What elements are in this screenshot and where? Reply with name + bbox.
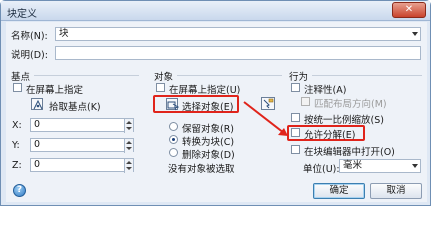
open-in-editor-checkbox[interactable] [291, 145, 300, 154]
match-orientation-checkbox[interactable] [301, 97, 310, 106]
annotative-checkbox[interactable] [291, 83, 300, 92]
window-title: 块定义 [7, 9, 37, 20]
retain-objects-radio[interactable] [169, 122, 178, 131]
z-input[interactable]: 0 [30, 158, 134, 173]
x-value: 0 [34, 119, 41, 130]
allow-explode-label: 允许分解(E) [304, 130, 356, 141]
delete-objects-label: 删除对象(D) [182, 150, 235, 161]
base-point-specify-label: 在屏幕上指定 [26, 85, 84, 96]
annotation-arrow-icon [243, 101, 288, 136]
dialog-body: 名称(N): 块 说明(D): 基点 在屏幕上指定 拾取基点(K) X: 0 Y… [6, 22, 427, 202]
base-point-title: 基点 [11, 72, 31, 83]
section-divider [312, 75, 422, 76]
section-divider [34, 75, 139, 76]
retain-objects-label: 保留对象(R) [182, 124, 235, 135]
ok-button[interactable]: 确定 [313, 183, 365, 199]
annotative-label: 注释性(A) [304, 85, 347, 96]
x-label: X: [12, 120, 22, 131]
description-input[interactable] [55, 46, 421, 60]
z-value: 0 [34, 159, 41, 170]
x-spinner[interactable] [124, 119, 133, 133]
z-spinner[interactable] [124, 159, 133, 173]
cancel-button[interactable]: 取消 [370, 183, 422, 199]
behavior-title: 行为 [289, 72, 309, 83]
title-bar[interactable]: 块定义 ✕ [1, 1, 430, 21]
pick-point-icon[interactable] [31, 98, 43, 110]
allow-explode-checkbox[interactable] [291, 128, 300, 137]
objects-specify-checkbox[interactable] [156, 83, 165, 92]
name-value: 块 [59, 28, 69, 39]
y-spinner[interactable] [124, 139, 133, 153]
select-objects-icon[interactable] [166, 98, 180, 111]
base-point-specify-checkbox[interactable] [13, 83, 22, 92]
scale-uniformly-checkbox[interactable] [291, 113, 300, 122]
block-definition-dialog: 块定义 ✕ 名称(N): 块 说明(D): 基点 在屏幕上指定 拾取基点(K) … [0, 0, 431, 206]
objects-specify-label: 在屏幕上指定(U) [169, 85, 241, 96]
convert-to-block-radio[interactable] [169, 135, 178, 144]
x-input[interactable]: 0 [30, 118, 134, 133]
scale-uniformly-label: 按统一比例缩放(S) [304, 115, 384, 126]
unit-label: 单位(U): [303, 164, 340, 175]
unit-dropdown[interactable]: 毫米 [339, 159, 421, 173]
convert-to-block-label: 转换为块(C) [182, 137, 235, 148]
dropdown-arrow-icon[interactable] [412, 164, 418, 168]
y-label: Y: [12, 140, 20, 151]
unit-value: 毫米 [343, 160, 363, 171]
pick-point-button[interactable]: 拾取基点(K) [49, 99, 101, 113]
objects-title: 对象 [154, 72, 174, 83]
match-orientation-label: 匹配布局方向(M) [314, 99, 387, 110]
description-label: 说明(D): [11, 50, 48, 61]
selection-status: 没有对象被选取 [168, 164, 235, 175]
select-objects-button[interactable]: 选择对象(E) [182, 99, 233, 113]
open-in-editor-label: 在块编辑器中打开(O) [304, 147, 395, 158]
name-label: 名称(N): [11, 31, 48, 42]
dropdown-arrow-icon[interactable] [412, 32, 418, 36]
name-combobox[interactable]: 块 [55, 27, 421, 41]
help-icon[interactable]: ? [13, 184, 26, 197]
delete-objects-radio[interactable] [169, 148, 178, 157]
y-input[interactable]: 0 [30, 138, 134, 153]
y-value: 0 [34, 139, 41, 150]
z-label: Z: [12, 160, 22, 171]
section-divider [177, 75, 282, 76]
close-button[interactable]: ✕ [392, 2, 426, 18]
